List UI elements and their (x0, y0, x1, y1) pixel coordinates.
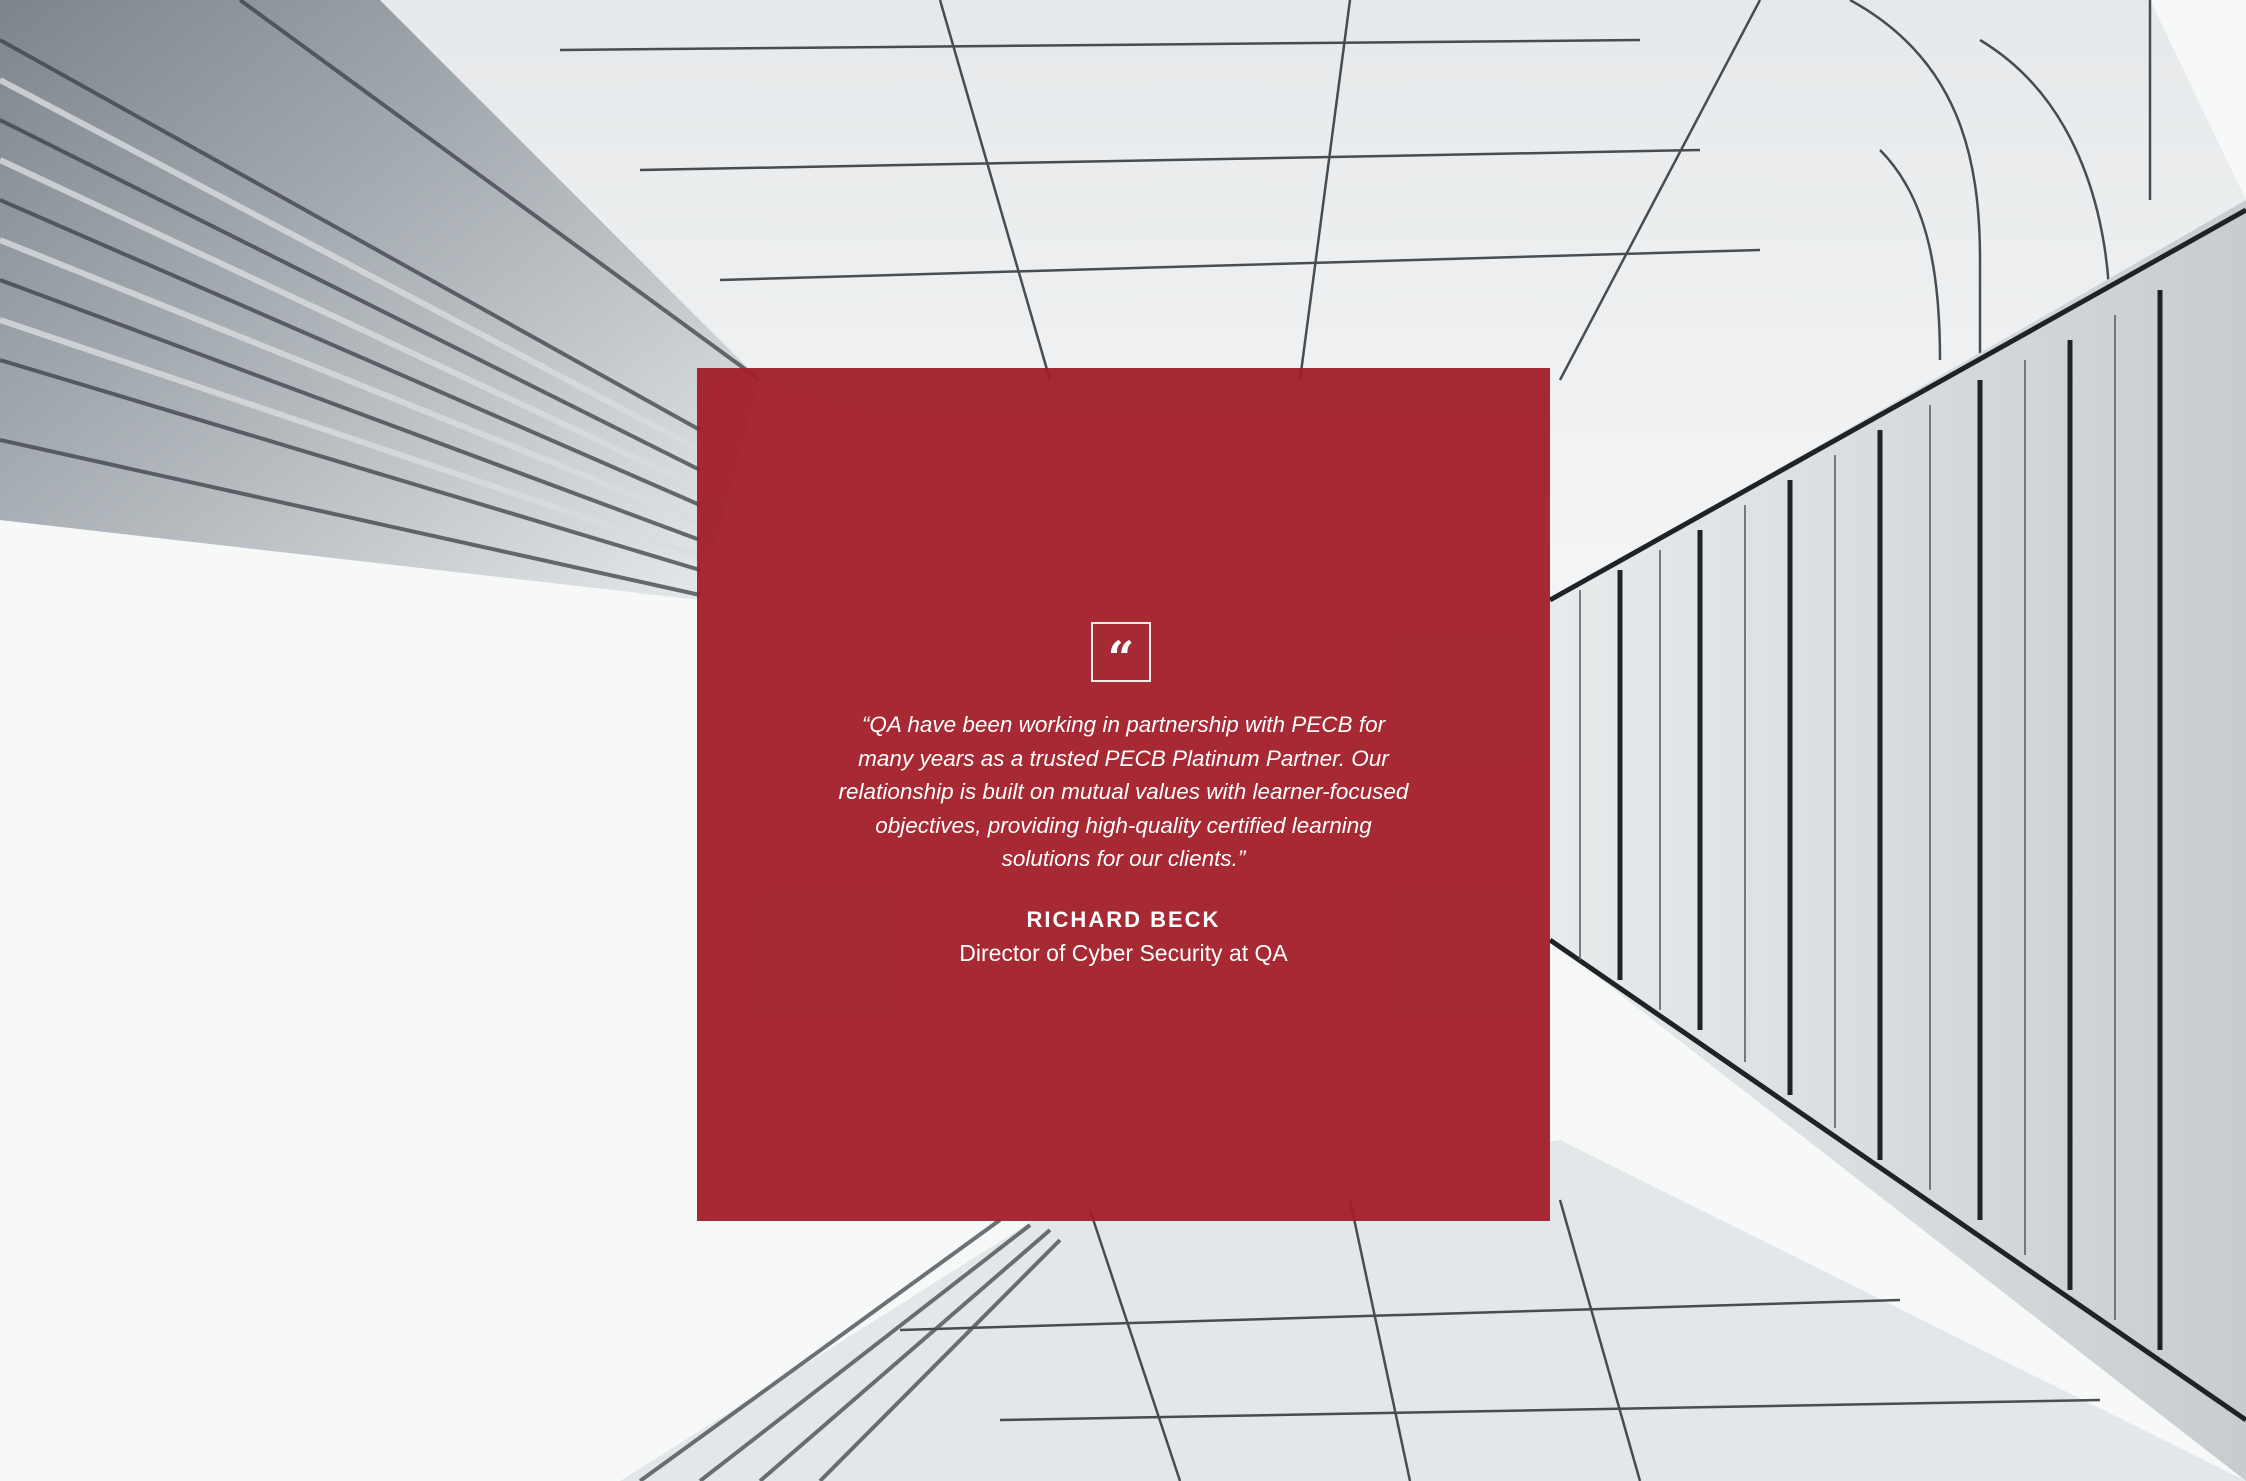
testimonial-quote: “QA have been working in partnership wit… (838, 712, 1409, 871)
testimonial-card: “ “QA have been working in partnership w… (697, 368, 1550, 1221)
author-name: RICHARD BECK (1026, 907, 1221, 932)
author-role: Director of Cyber Security at QA (959, 940, 1288, 966)
quote-icon: “ (1091, 622, 1151, 685)
